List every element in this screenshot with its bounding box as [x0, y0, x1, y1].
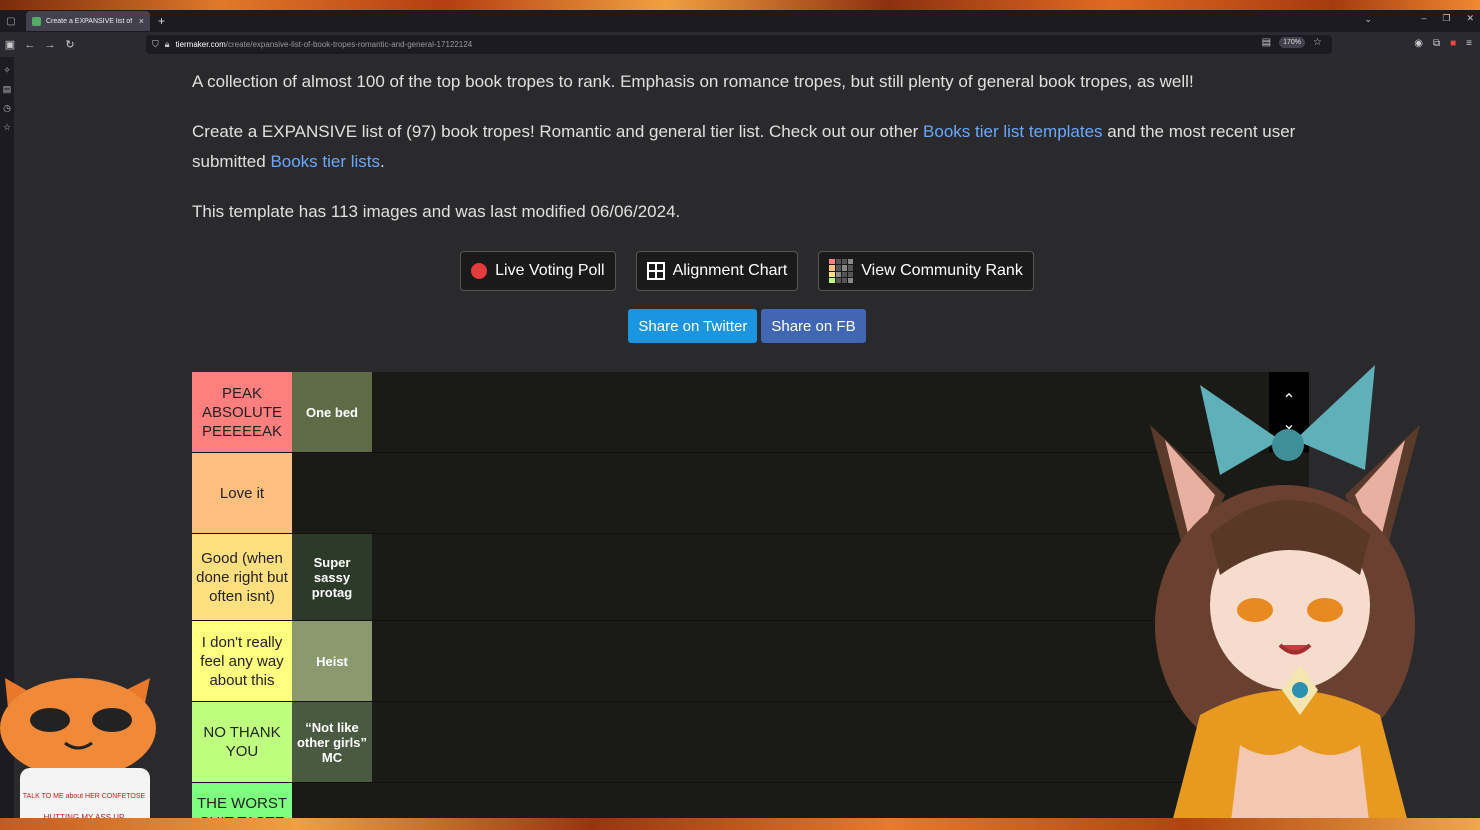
tier-label[interactable]: PEAK ABSOLUTE PEEEEEAK [192, 372, 292, 452]
reading-list-icon[interactable]: ▤ [0, 84, 14, 95]
template-stats: This template has 113 images and was las… [192, 202, 681, 221]
mosaic-cell [835, 271, 841, 277]
minimize-icon[interactable]: – [1421, 13, 1426, 24]
mosaic-cell [848, 259, 854, 265]
share-twitter-button[interactable]: Share on Twitter [628, 309, 758, 343]
cat-sign-line1: TALK TO ME about HER CONFETOSE [23, 793, 146, 800]
url-path: /create/expansive-list-of-book-tropes-ro… [225, 40, 473, 49]
tier-label[interactable]: Good (when done right but often isnt) [192, 534, 292, 620]
history-icon[interactable]: ◷ [0, 103, 14, 114]
share-buttons: Share on Twitter Share on FB [14, 309, 1480, 343]
mosaic-cell [841, 277, 848, 283]
tier-label[interactable]: I don't really feel any way about this [192, 621, 292, 701]
mosaic-cell [848, 271, 854, 277]
autumn-background-top [0, 0, 1480, 10]
mosaic-cell [841, 271, 848, 277]
mosaic-cell [848, 265, 854, 271]
close-tab-icon[interactable]: × [139, 16, 144, 26]
addon-icon[interactable]: ■ [1450, 38, 1456, 49]
reload-icon[interactable]: ↻ [60, 38, 80, 51]
template-info-paragraph: Create a EXPANSIVE list of (97) book tro… [192, 117, 1312, 177]
share-fb-button[interactable]: Share on FB [761, 309, 866, 343]
live-voting-poll-button[interactable]: Live Voting Poll [460, 251, 616, 291]
account-icon[interactable]: ◉ [1414, 38, 1423, 49]
url-bar-actions: ▤ 170% ☆ [1262, 37, 1322, 48]
mosaic-cell [841, 259, 848, 265]
mosaic-cell [835, 265, 841, 271]
favicon-icon [32, 16, 41, 26]
mosaic-cell [835, 259, 841, 265]
description-paragraph: A collection of almost 100 of the top bo… [192, 72, 1194, 91]
bookmarks-icon[interactable]: ☆ [0, 122, 14, 133]
close-window-icon[interactable]: ✕ [1466, 13, 1474, 24]
mosaic-cell [848, 277, 854, 283]
live-voting-label: Live Voting Poll [495, 262, 605, 279]
navigation-bar: ▣ ← → ↻ ⛉ 🔒︎ tiermaker.com/create/expans… [0, 32, 1480, 57]
url-host: tiermaker.com [175, 40, 226, 49]
view-community-rank-button[interactable]: View Community Rank [818, 251, 1034, 291]
tier-item-card[interactable]: Heist [292, 621, 372, 701]
tier-label[interactable]: NO THANK YOU [192, 702, 292, 782]
alignment-chart-label: Alignment Chart [672, 262, 788, 279]
para2-text-a: Create a EXPANSIVE list of (97) book tro… [192, 122, 924, 141]
lock-icon[interactable]: 🔒︎ [165, 39, 170, 50]
window-controls: – ❐ ✕ [1421, 13, 1474, 24]
tab-active[interactable]: Create a EXPANSIVE list of (97) × [26, 11, 150, 31]
url-text[interactable]: tiermaker.com/create/expansive-list-of-b… [176, 40, 473, 49]
tab-bar: ▢ Create a EXPANSIVE list of (97) × + ⌄ … [0, 10, 1480, 32]
community-rank-label: View Community Rank [861, 262, 1023, 279]
new-tab-icon[interactable]: + [158, 14, 165, 28]
autumn-background-bottom [0, 818, 1480, 830]
mosaic-cell [829, 277, 835, 283]
tier-label[interactable]: THE WORST SHIT TASTE [192, 783, 292, 818]
back-icon[interactable]: ← [20, 39, 40, 51]
record-dot-icon [471, 263, 488, 279]
mosaic-cell [829, 259, 835, 265]
sidebar-toggle-icon[interactable]: ▢ [4, 14, 18, 28]
mosaic-cell [829, 265, 835, 271]
mosaic-cell [829, 271, 835, 277]
extensions-icon[interactable]: ⧉ [1433, 38, 1440, 49]
tier-item-card[interactable]: “Not like other girls” MC [292, 702, 372, 782]
forward-icon[interactable]: → [40, 39, 60, 51]
tier-item-card[interactable]: One bed [292, 372, 372, 452]
vtuber-avatar-overlay [1150, 365, 1420, 830]
bookmark-star-icon[interactable]: ☆ [1313, 37, 1322, 48]
menu-icon[interactable]: ≡ [1466, 38, 1472, 49]
mosaic-cell [841, 265, 848, 271]
url-bar[interactable]: ⛉ 🔒︎ tiermaker.com/create/expansive-list… [146, 35, 1332, 54]
para2-text-c: . [380, 152, 385, 171]
mosaic-cell [835, 277, 841, 283]
tab-title: Create a EXPANSIVE list of (97) [46, 17, 134, 25]
shield-icon[interactable]: ⛉ [152, 39, 159, 50]
cat-mascot-overlay: TALK TO ME about HER CONFETOSE HUTTING M… [0, 678, 156, 830]
maximize-icon[interactable]: ❐ [1442, 13, 1450, 24]
tier-mosaic-icon [829, 259, 854, 283]
tier-label[interactable]: Love it [192, 453, 292, 533]
zoom-level[interactable]: 170% [1279, 37, 1306, 48]
ai-icon[interactable]: ✧ [0, 65, 14, 76]
alignment-chart-button[interactable]: Alignment Chart [635, 251, 799, 291]
grid-icon [646, 262, 665, 280]
feature-buttons: Live Voting Poll Alignment Chart View Co… [14, 251, 1480, 291]
tier-item-card[interactable]: Super sassy protag [292, 534, 372, 620]
tab-list-chevron-icon[interactable]: ⌄ [1364, 14, 1372, 25]
books-tier-lists-link[interactable]: Books tier lists [270, 152, 380, 171]
books-templates-link[interactable]: Books tier list templates [923, 122, 1103, 141]
reader-view-icon[interactable]: ▤ [1262, 37, 1271, 48]
sidebar-icon[interactable]: ▣ [0, 38, 20, 51]
toolbar-right: ◉ ⧉ ■ ≡ [1414, 38, 1472, 49]
